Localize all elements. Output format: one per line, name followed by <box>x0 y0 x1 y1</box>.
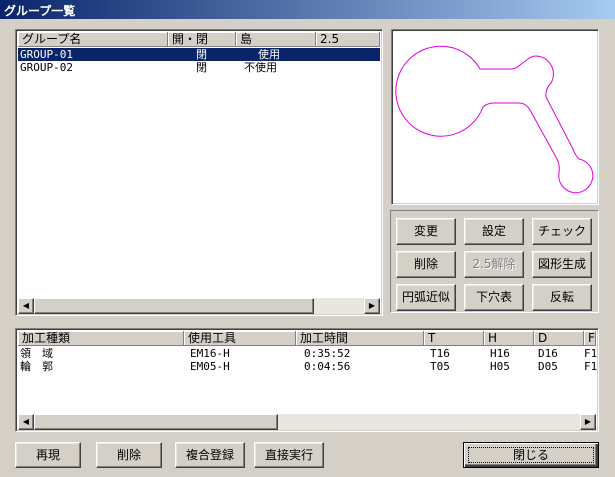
process-h: H16 <box>490 347 510 360</box>
group-list-header-open-close[interactable]: 開・閉 <box>168 32 236 47</box>
process-list-hscrollbar[interactable]: ◀ ▶ <box>18 414 596 430</box>
group-name: GROUP-02 <box>20 61 73 74</box>
process-type: 輪 郭 <box>20 360 53 373</box>
release-25-button[interactable]: 2.5解除 <box>464 251 524 278</box>
group-island: 不使用 <box>244 61 277 74</box>
settings-button[interactable]: 設定 <box>464 218 524 245</box>
group-row[interactable]: GROUP-01 閉 使用 <box>18 48 380 61</box>
group-open-close: 閉 <box>196 48 207 61</box>
reproduce-button[interactable]: 再現 <box>15 442 81 468</box>
scroll-thumb[interactable] <box>34 298 314 314</box>
process-t: T16 <box>430 347 450 360</box>
group-row[interactable]: GROUP-02 閉 不使用 <box>18 61 380 74</box>
process-row[interactable]: 輪 郭 EM05-H 0:04:56 T05 H05 D05 F1 <box>18 360 598 373</box>
window-title: グループ一覧 <box>4 4 76 18</box>
change-button[interactable]: 変更 <box>396 218 456 245</box>
process-time: 0:35:52 <box>304 347 351 360</box>
delete-process-button[interactable]: 削除 <box>96 442 162 468</box>
compound-register-button[interactable]: 複合登録 <box>175 442 245 468</box>
check-button[interactable]: チェック <box>532 218 592 245</box>
scroll-right-icon[interactable]: ▶ <box>364 298 380 314</box>
process-tool: EM05-H <box>190 360 230 373</box>
process-list[interactable]: 加工種類 使用工具 加工時間 T H D F 領 域 EM16-H 0:35:5… <box>15 328 599 432</box>
close-button[interactable]: 閉じる <box>463 442 599 468</box>
process-header-d[interactable]: D <box>534 331 584 346</box>
scroll-thumb[interactable] <box>34 414 278 430</box>
process-header-f[interactable]: F <box>584 331 596 346</box>
process-header-type[interactable]: 加工種類 <box>18 331 184 346</box>
arc-approx-button[interactable]: 円弧近似 <box>396 284 456 311</box>
group-list-header-25[interactable]: 2.5 <box>316 32 380 47</box>
group-name: GROUP-01 <box>20 48 73 61</box>
process-h: H05 <box>490 360 510 373</box>
process-d: D05 <box>538 360 558 373</box>
group-list[interactable]: グループ名 開・閉 島 2.5 GROUP-01 閉 使用 GROUP-02 閉… <box>15 29 383 316</box>
title-bar[interactable]: グループ一覧 <box>0 0 615 19</box>
focus-indicator <box>468 447 594 463</box>
scroll-right-icon[interactable]: ▶ <box>580 414 596 430</box>
shape-generate-button[interactable]: 図形生成 <box>532 251 592 278</box>
direct-execute-button[interactable]: 直接実行 <box>254 442 324 468</box>
group-list-hscrollbar[interactable]: ◀ ▶ <box>18 298 380 314</box>
process-type: 領 域 <box>20 347 53 360</box>
process-d: D16 <box>538 347 558 360</box>
process-tool: EM16-H <box>190 347 230 360</box>
process-header-h[interactable]: H <box>484 331 534 346</box>
reverse-button[interactable]: 反転 <box>532 284 592 311</box>
process-f: F1 <box>584 360 598 373</box>
process-header-time[interactable]: 加工時間 <box>296 331 424 346</box>
group-open-close: 閉 <box>196 61 207 74</box>
scroll-left-icon[interactable]: ◀ <box>18 298 34 314</box>
process-row[interactable]: 領 域 EM16-H 0:35:52 T16 H16 D16 F1 <box>18 347 598 360</box>
group-island: 使用 <box>258 48 280 61</box>
delete-group-button[interactable]: 削除 <box>396 251 456 278</box>
group-list-header-island[interactable]: 島 <box>236 32 316 47</box>
process-time: 0:04:56 <box>304 360 351 373</box>
process-header-t[interactable]: T <box>424 331 484 346</box>
scroll-left-icon[interactable]: ◀ <box>18 414 34 430</box>
process-header-tool[interactable]: 使用工具 <box>184 331 296 346</box>
shape-outline <box>395 45 594 194</box>
shape-preview <box>391 29 599 205</box>
pilot-hole-button[interactable]: 下穴表 <box>464 284 524 311</box>
process-f: F1 <box>584 347 598 360</box>
group-list-header-name[interactable]: グループ名 <box>18 32 168 47</box>
process-t: T05 <box>430 360 450 373</box>
